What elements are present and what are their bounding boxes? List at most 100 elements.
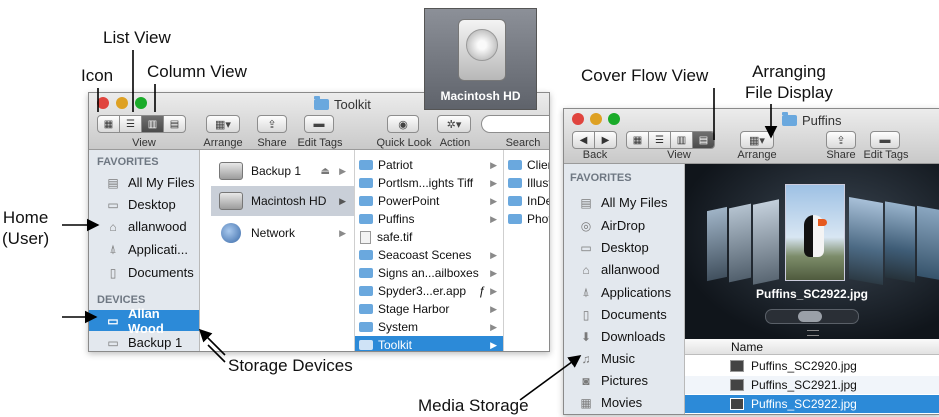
column-folders: Patriot ▶ Portlsm...ights Tiff ▶ PowerPoin… xyxy=(355,150,504,351)
macintosh-hd-desktop-icon[interactable]: Macintosh HD xyxy=(424,8,537,110)
icon-view-button[interactable]: ▦ xyxy=(98,116,120,132)
folder-row[interactable]: PowerPoint ▶ xyxy=(355,192,503,210)
chevron-right-icon: ▶ xyxy=(339,195,346,206)
sidebar-item-pictures[interactable]: ◙ Pictures xyxy=(564,370,684,391)
sidebar-item-allan-wood[interactable]: ▭ Allan Wood xyxy=(89,306,199,336)
folder-row[interactable]: Stage Harbor ▶ xyxy=(355,300,503,318)
column-view-button[interactable]: ▥ xyxy=(671,132,693,148)
cover-flow-side-image[interactable] xyxy=(729,203,751,283)
folder-row[interactable]: Spyder3...er.app ƒ ▶ xyxy=(355,282,503,300)
forward-button[interactable]: ▶ xyxy=(595,132,616,148)
list-view-button[interactable]: ☰ xyxy=(120,116,142,132)
window-title-text: Toolkit xyxy=(334,97,371,112)
sidebar-item-downloads[interactable]: ⬇ Downloads xyxy=(564,326,684,347)
camera-icon: ◙ xyxy=(582,373,590,388)
quick-look-button[interactable]: ◉ xyxy=(387,115,419,133)
cover-flow-side-image[interactable] xyxy=(917,205,939,281)
folder-row[interactable]: InDes xyxy=(504,192,549,210)
cover-flow-scrollbar[interactable] xyxy=(765,309,859,324)
sidebar-item-desktop[interactable]: ▭ Desktop xyxy=(564,237,684,258)
sidebar-item-documents[interactable]: ▯ Documents xyxy=(564,304,684,325)
arrange-button[interactable]: ▦▾ xyxy=(206,115,240,133)
folder-row[interactable]: Seacoast Scenes ▶ xyxy=(355,246,503,264)
chevron-right-icon: ▶ xyxy=(490,195,497,206)
sidebar-item-airdrop[interactable]: ◎ AirDrop xyxy=(564,215,684,236)
chevron-right-icon: ▶ xyxy=(339,227,346,238)
folder-row[interactable]: System ▶ xyxy=(355,318,503,336)
arrange-button[interactable]: ▦▾ xyxy=(740,131,774,149)
folder-row[interactable]: Puffins ▶ xyxy=(355,210,503,228)
cover-flow-side-image[interactable] xyxy=(753,199,779,285)
applications-icon: ⍋ xyxy=(582,285,590,299)
sidebar-item-all-my-files[interactable]: ▤ All My Files xyxy=(89,172,199,193)
folder-icon xyxy=(359,340,373,350)
eject-icon[interactable]: ⏏ xyxy=(321,166,330,177)
cover-flow-button[interactable]: ▤ xyxy=(164,116,185,132)
search-input[interactable] xyxy=(481,115,549,133)
sidebar-item-applications[interactable]: ⍋ Applicati... xyxy=(89,239,199,260)
close-button[interactable] xyxy=(97,97,109,109)
scroll-thumb[interactable] xyxy=(798,311,822,322)
folder-row[interactable]: Illustr xyxy=(504,174,549,192)
back-button[interactable]: ◀ xyxy=(573,132,595,148)
folder-row[interactable]: Portlsm...ights Tiff ▶ xyxy=(355,174,503,192)
chevron-right-icon: ▶ xyxy=(490,303,497,314)
name-column-header[interactable]: Name xyxy=(685,339,939,355)
sidebar-item-music[interactable]: ♫ Music xyxy=(564,348,684,369)
zoom-button[interactable] xyxy=(608,113,620,125)
desktop-icon: ▭ xyxy=(580,240,592,255)
cover-flow-button[interactable]: ▤ xyxy=(693,132,714,148)
sidebar-item-desktop[interactable]: ▭ Desktop xyxy=(89,194,199,215)
file-row[interactable]: safe.tif xyxy=(355,228,503,246)
device-row-macintosh-hd[interactable]: Macintosh HD ▶ xyxy=(211,186,354,216)
chevron-right-icon: ▶ xyxy=(490,249,497,260)
edit-tags-button[interactable]: ▬ xyxy=(304,115,334,133)
action-button[interactable]: ✲▾ xyxy=(437,115,471,133)
column-devices: Backup 1 ⏏ ▶ Macintosh HD ▶ Network ▶ xyxy=(211,150,355,351)
share-button[interactable]: ⇪ xyxy=(257,115,287,133)
sidebar-item-backup-1[interactable]: ▭ Backup 1 xyxy=(89,332,199,351)
device-row-backup-1[interactable]: Backup 1 ⏏ ▶ xyxy=(211,156,354,186)
cover-flow-selected-image[interactable] xyxy=(785,184,845,281)
cover-flow-side-image[interactable] xyxy=(849,197,883,285)
cover-flow-side-image[interactable] xyxy=(885,201,915,283)
folder-row[interactable]: Client xyxy=(504,156,549,174)
sidebar-item-documents[interactable]: ▯ Documents xyxy=(89,262,199,283)
sidebar-item-home[interactable]: ⌂ allanwood xyxy=(89,216,199,237)
cover-flow-side-image[interactable] xyxy=(707,206,727,282)
share-button[interactable]: ⇪ xyxy=(826,131,856,149)
search-label: Search xyxy=(505,137,541,149)
folder-icon xyxy=(359,286,373,296)
list-view-button[interactable]: ☰ xyxy=(649,132,671,148)
file-list: Name Puffins_SC2920.jpg Puffins_SC2921.j… xyxy=(685,339,939,414)
column-view-button[interactable]: ▥ xyxy=(142,116,164,132)
sidebar-item-applications[interactable]: ⍋ Applications xyxy=(564,282,684,303)
folder-row-selected[interactable]: Toolkit ▶ xyxy=(355,336,503,351)
folder-icon xyxy=(359,304,373,314)
resize-handle[interactable] xyxy=(807,330,819,336)
device-row-network[interactable]: Network ▶ xyxy=(211,218,354,248)
file-row-selected[interactable]: Puffins_SC2922.jpg xyxy=(685,395,939,413)
edit-tags-button[interactable]: ▬ xyxy=(870,131,900,149)
icon-view-button[interactable]: ▦ xyxy=(627,132,649,148)
callout-home-line1: Home xyxy=(2,208,49,227)
sidebar-item-movies[interactable]: ▦ Movies xyxy=(564,392,684,413)
minimize-button[interactable] xyxy=(116,97,128,109)
file-row[interactable]: Puffins_SC2921.jpg xyxy=(685,376,939,394)
folder-icon xyxy=(508,160,522,170)
minimize-button[interactable] xyxy=(590,113,602,125)
folder-row[interactable]: Patriot ▶ xyxy=(355,156,503,174)
sidebar-item-all-my-files[interactable]: ▤ All My Files xyxy=(564,192,684,213)
back-forward-buttons: ◀ ▶ xyxy=(572,131,617,149)
folder-icon xyxy=(359,160,373,170)
sidebar-item-home[interactable]: ⌂ allanwood xyxy=(564,259,684,280)
file-row[interactable]: Puffins_SC2920.jpg xyxy=(685,357,939,375)
zoom-button[interactable] xyxy=(135,97,147,109)
quick-look-label: Quick Look xyxy=(376,137,432,149)
callout-list-view: List View xyxy=(103,28,171,47)
view-switcher: ▦ ☰ ▥ ▤ xyxy=(626,131,715,149)
folder-icon xyxy=(359,196,373,206)
folder-row[interactable]: Photo xyxy=(504,210,549,228)
folder-row[interactable]: Signs an...ailboxes ▶ xyxy=(355,264,503,282)
close-button[interactable] xyxy=(572,113,584,125)
